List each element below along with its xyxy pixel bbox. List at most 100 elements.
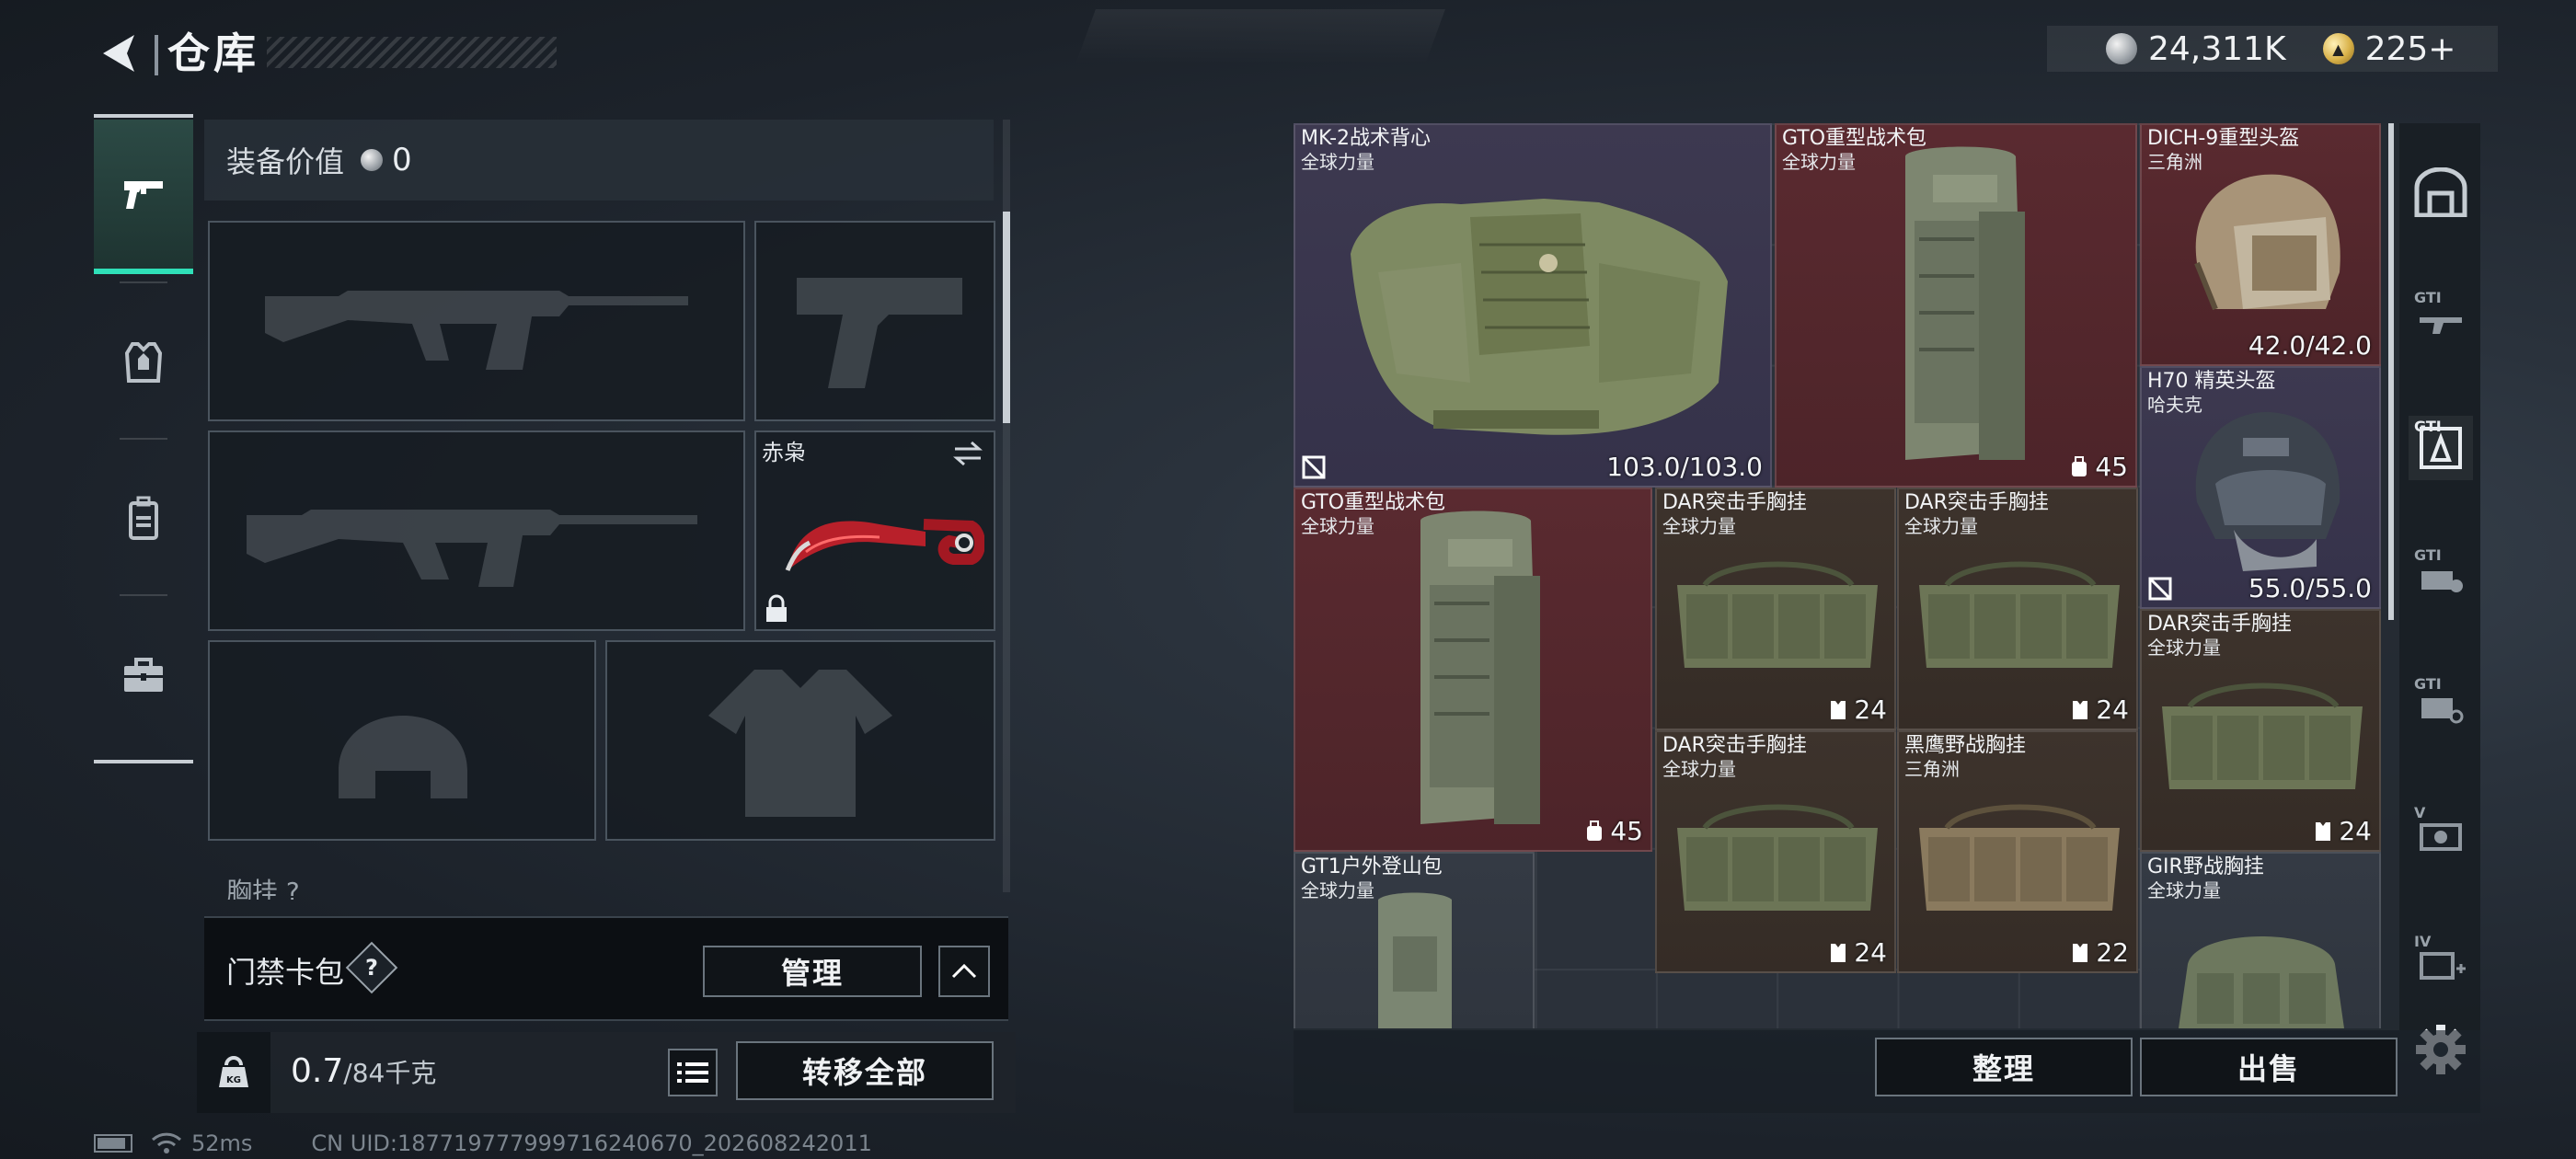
helmet-silhouette-icon	[339, 716, 467, 798]
list-view-button[interactable]	[668, 1049, 718, 1096]
stash-item-dar-chest-rig[interactable]: DAR突击手胸挂 全球力量 24	[2140, 609, 2381, 852]
ping-readout: 52ms	[191, 1130, 253, 1156]
item-faction: 全球力量	[1301, 879, 1374, 901]
chevron-up-icon	[951, 963, 977, 979]
tab-armor[interactable]	[94, 285, 193, 440]
svg-text:KG: KG	[226, 1075, 241, 1085]
item-capacity: 24	[2313, 816, 2372, 846]
currency-bar: 24,311K ▲ 225+	[2047, 26, 2498, 72]
scrollbar-thumb[interactable]	[2388, 123, 2394, 620]
item-name: DAR突击手胸挂	[1904, 491, 2049, 514]
backpack-icon	[129, 496, 158, 540]
capacity-value: 45	[2095, 452, 2128, 482]
gear-tab-icon	[2421, 698, 2464, 724]
tab-separator	[120, 438, 167, 440]
primary-weapon-slot-1[interactable]	[208, 221, 745, 421]
stash-tab-misc[interactable]: GTI	[2409, 673, 2473, 738]
title-separator	[155, 35, 158, 75]
item-name: DAR突击手胸挂	[2147, 613, 2292, 636]
stash-item-gto-bag[interactable]: GTO重型战术包 全球力量 45	[1294, 488, 1652, 852]
scrollbar-thumb[interactable]	[1003, 212, 1010, 423]
stash-item-h70-helmet[interactable]: H70 精英头盔 哈夫克 55.0/55.0	[2140, 366, 2381, 609]
item-faction: 全球力量	[1301, 151, 1374, 173]
loadout-scrollbar[interactable]	[1003, 120, 1010, 892]
silver-coin-icon	[2106, 33, 2137, 64]
stash-scrollbar[interactable]	[2388, 123, 2394, 620]
stash-actions: 整理 出售	[1294, 1030, 2480, 1113]
chest-rig-section-label: 胸挂 ?	[226, 877, 300, 900]
large-backpack-image	[1905, 146, 2025, 460]
tab-weapons[interactable]	[94, 120, 193, 274]
gold-amount[interactable]: 225+	[2365, 30, 2456, 68]
armor-vest-icon	[124, 342, 163, 383]
item-faction: 哈夫克	[2147, 394, 2202, 416]
weight-icon-box: KG	[197, 1032, 270, 1113]
stash-item-mk2-vest[interactable]: MK-2战术背心 全球力量 103.0/103.0	[1294, 123, 1772, 488]
chest-rig-image	[1919, 804, 2120, 911]
manage-button[interactable]: 管理	[703, 946, 922, 997]
item-faction: 全球力量	[2147, 637, 2221, 659]
stash-item-dar-chest-rig[interactable]: DAR突击手胸挂 全球力量 24	[1655, 488, 1896, 730]
item-durability: 103.0/103.0	[1606, 452, 1763, 482]
stash-tab-tier-iv[interactable]: IV	[2409, 931, 2473, 995]
rifle-silhouette-icon	[247, 510, 697, 587]
item-name: GTO重型战术包	[1782, 127, 1927, 150]
chest-rig-image	[2179, 936, 2344, 1028]
stash-grid: MK-2战术背心 全球力量 103.0/103.0 GTO重型战术包 全球力量 …	[1294, 123, 2381, 1028]
rifle-tab-icon	[2420, 317, 2462, 334]
stash-tab-tools[interactable]: GTI	[2409, 545, 2473, 609]
stash-item-gto-bag[interactable]: GTO重型战术包 全球力量 45	[1775, 123, 2137, 488]
tab-toolbox[interactable]	[94, 598, 193, 752]
stash-tab-weapons[interactable]: GTI	[2409, 287, 2473, 351]
weight-max: /84千克	[343, 1058, 437, 1088]
warehouse-icon	[2414, 167, 2467, 217]
pistol-silhouette-icon	[797, 278, 962, 388]
capacity-value: 24	[1854, 694, 1887, 725]
access-card-label: 门禁卡包	[226, 955, 345, 990]
rifle-silhouette-icon	[265, 291, 688, 370]
transfer-all-button[interactable]: 转移全部	[736, 1041, 994, 1100]
helmet-slot[interactable]	[208, 640, 596, 841]
sort-button[interactable]: 整理	[1875, 1038, 2133, 1096]
stash-item-dar-chest-rig[interactable]: DAR突击手胸挂 全球力量 24	[1897, 488, 2138, 730]
stash-tab-armor[interactable]: GTI	[2409, 416, 2473, 480]
capacity-value: 24	[2339, 816, 2372, 846]
item-durability: 42.0/42.0	[2248, 330, 2372, 361]
no-repair-icon	[1302, 455, 1326, 479]
back-arrow-icon[interactable]	[92, 26, 147, 81]
capacity-value: 22	[2096, 937, 2129, 968]
tab-separator	[120, 281, 167, 283]
item-faction: 全球力量	[1662, 515, 1736, 537]
help-mark: ?	[365, 955, 378, 981]
stash-item-dich9-helmet[interactable]: DICH-9重型头盔 三角洲 42.0/42.0	[2140, 123, 2381, 366]
swap-icon[interactable]	[951, 440, 984, 467]
hiking-backpack-image	[1378, 892, 1452, 1028]
briefcase-icon	[124, 658, 163, 692]
stash-item-gir-chest-rig[interactable]: GIR野战胸挂 全球力量	[2140, 852, 2381, 1028]
item-name: H70 精英头盔	[2147, 370, 2276, 393]
item-name: DAR突击手胸挂	[1662, 734, 1807, 757]
item-name: DICH-9重型头盔	[2147, 127, 2300, 150]
tab-tier-label: IV	[2414, 933, 2432, 950]
vest-silhouette-icon	[708, 670, 892, 817]
stash-item-gt1-hiking-pack[interactable]: GT1户外登山包 全球力量	[1294, 852, 1535, 1028]
armor-slot[interactable]	[605, 640, 995, 841]
tab-tier-label: GTI	[2414, 675, 2442, 693]
tab-backpack[interactable]	[94, 442, 193, 596]
stash-item-dar-chest-rig[interactable]: DAR突击手胸挂 全球力量 24	[1655, 730, 1896, 973]
equipment-value: 0	[392, 142, 412, 178]
primary-weapon-slot-2[interactable]	[208, 430, 745, 631]
expand-button[interactable]	[938, 946, 990, 997]
list-icon	[677, 1062, 708, 1083]
stash-item-blackhawk-chest-rig[interactable]: 黑鹰野战胸挂 三角洲 22	[1897, 730, 2138, 973]
sell-button[interactable]: 出售	[2140, 1038, 2398, 1096]
item-capacity: 24	[1828, 937, 1887, 968]
pistol-slot[interactable]	[754, 221, 995, 421]
help-icon[interactable]: ?	[345, 941, 398, 994]
item-faction: 全球力量	[1782, 151, 1856, 173]
stash-tab-all[interactable]	[2409, 160, 2473, 224]
stash-tab-tier-v[interactable]: V	[2409, 802, 2473, 866]
large-backpack-image	[1420, 511, 1540, 824]
item-faction: 全球力量	[1662, 758, 1736, 780]
melee-slot[interactable]: 赤枭	[754, 430, 995, 631]
